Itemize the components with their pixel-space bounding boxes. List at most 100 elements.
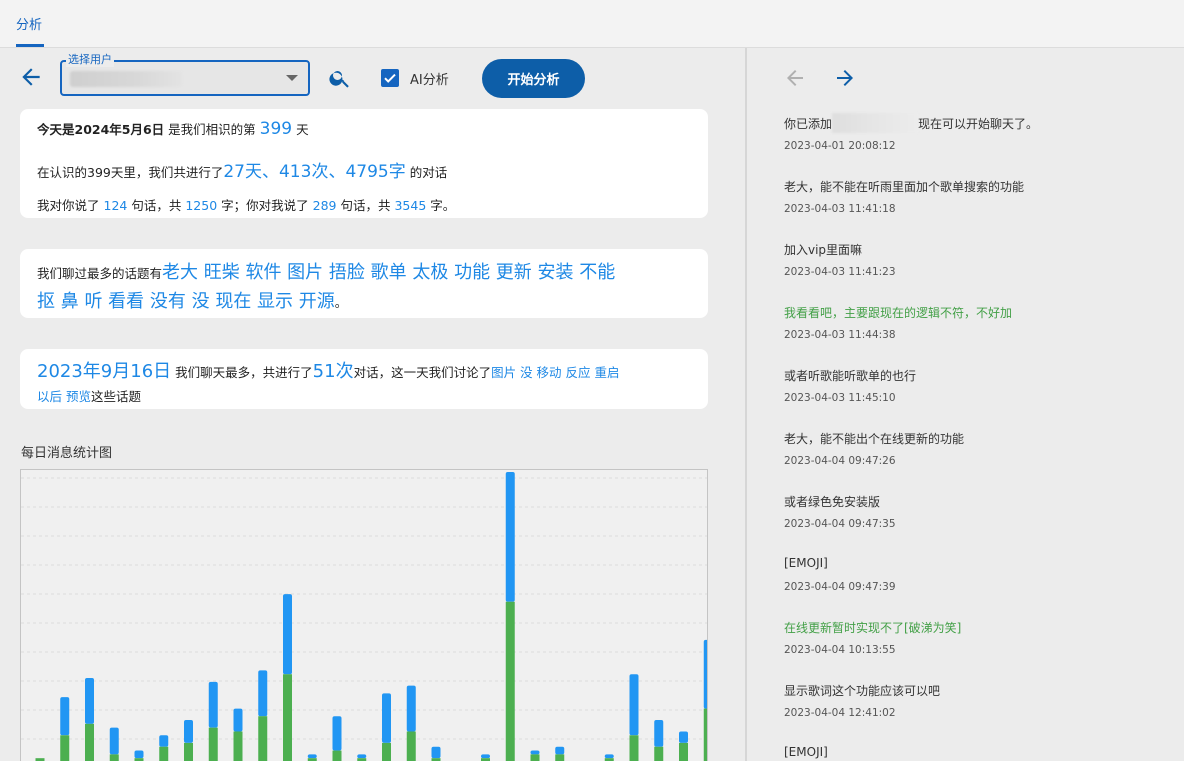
message-item: 我看看吧，主要跟现在的逻辑不符，不好加 2023-04-03 11:44:38: [784, 304, 1164, 341]
bar-theirs: [703, 708, 713, 761]
message-time: 2023-04-04 09:47:39: [784, 581, 896, 593]
message-item: 显示歌词这个功能应该可以吧 2023-04-04 12:41:02: [784, 682, 1164, 719]
text-segment: 句话，共: [340, 198, 391, 213]
bar-theirs: [184, 742, 193, 761]
message-text: 显示歌词这个功能应该可以吧: [784, 684, 941, 698]
message-item: 老大，能不能在听雨里面加个歌单搜索的功能 2023-04-03 11:41:18: [784, 178, 1164, 215]
message-text: 老大，能不能在听雨里面加个歌单搜索的功能: [784, 180, 1025, 194]
bar-mine: [654, 720, 664, 747]
bar-mine: [530, 750, 540, 755]
bar-theirs: [208, 727, 218, 761]
ai-analysis-label[interactable]: AI分析: [410, 69, 449, 88]
ai-analysis-checkbox[interactable]: [381, 69, 399, 87]
bar-theirs: [159, 746, 169, 761]
stats-values: 27天、413次、4795字: [223, 162, 406, 182]
your-sentences: 289: [312, 198, 337, 213]
user-select-label: 选择用户: [66, 53, 114, 67]
user-select-value-redacted: [70, 71, 182, 87]
message-panel: 你已添加 现在可以开始聊天了。 2023-04-01 20:08:12 老大，能不能在…: [747, 48, 1184, 761]
bar-mine: [233, 708, 243, 732]
my-chars: 1250: [185, 198, 218, 213]
busiest-topics-2: 以后 预览: [37, 389, 91, 404]
bar-mine: [85, 678, 94, 724]
bar-theirs: [60, 735, 70, 761]
my-sentences: 124: [103, 198, 128, 213]
stats-suffix: 的对话: [409, 165, 448, 180]
start-analysis-button[interactable]: 开始分析: [482, 59, 585, 98]
bar-mine: [555, 746, 565, 755]
search-icon[interactable]: [328, 66, 352, 90]
tab-bar: 分析: [0, 0, 1184, 48]
message-item: 老大，能不能出个在线更新的功能 2023-04-04 09:47:26: [784, 430, 1164, 467]
summary-line-1: 今天是2024年5月6日 是我们相识的第 399 天: [37, 119, 309, 139]
bar-theirs: [679, 742, 688, 761]
chart-svg: [21, 472, 713, 761]
analysis-panel: 选择用户 AI分析 开始分析 今天是2024年5月6日 是我们相识的第 399 …: [0, 48, 746, 761]
bar-theirs: [332, 750, 342, 761]
bar-theirs: [505, 601, 515, 761]
bar-mine: [357, 754, 367, 759]
bar-mine: [258, 670, 268, 717]
tab-analysis[interactable]: 分析: [16, 14, 42, 33]
chevron-down-icon[interactable]: [286, 75, 298, 81]
bar-mine: [406, 685, 416, 732]
message-time: 2023-04-01 20:08:12: [784, 140, 896, 152]
bar-theirs: [530, 754, 540, 761]
message-item: 或者绿色免安装版 2023-04-04 09:47:35: [784, 493, 1164, 530]
busiest-count: 51次: [312, 361, 354, 382]
message-item: [EMOJI] 2023-04-04 09:47:39: [784, 556, 1164, 593]
bar-theirs: [654, 746, 664, 761]
bar-mine: [208, 681, 218, 728]
your-chars: 3545: [394, 198, 427, 213]
bar-mine: [431, 746, 441, 759]
message-time: 2023-04-03 11:45:10: [784, 392, 896, 404]
bar-mine: [604, 754, 614, 759]
bar-mine: [109, 727, 119, 755]
message-text: 或者听歌能听歌单的也行: [784, 369, 917, 383]
text-segment: 对话，这一天我们讨论了: [353, 365, 492, 380]
bar-theirs: [85, 723, 94, 761]
tab-indicator: [16, 44, 44, 47]
busiest-date: 2023年9月16日: [37, 361, 172, 382]
text-segment: 我们聊天最多，共进行了: [175, 365, 313, 380]
bar-theirs: [109, 754, 119, 761]
bar-mine: [382, 693, 391, 743]
message-text-end: 现在可以开始聊天了。: [918, 117, 1039, 131]
busiest-day-card: 2023年9月16日 我们聊天最多，共进行了51次对话，这一天我们讨论了图片 没…: [20, 349, 708, 409]
message-text: [EMOJI]: [784, 745, 828, 759]
message-item: 在线更新暂时实现不了[破涕为笑] 2023-04-04 10:13:55: [784, 619, 1164, 656]
bar-theirs: [283, 674, 292, 761]
text-segment: 句话，共: [131, 198, 182, 213]
message-time: 2023-04-03 11:41:18: [784, 203, 896, 215]
bar-mine: [283, 594, 292, 675]
message-time: 2023-04-04 09:47:26: [784, 455, 896, 467]
days-suffix: 天: [296, 122, 309, 137]
chart-title: 每日消息统计图: [21, 446, 113, 461]
message-text: 在线更新暂时实现不了[破涕为笑]: [784, 621, 962, 635]
message-time: 2023-04-04 09:47:35: [784, 518, 896, 530]
back-arrow-icon[interactable]: [18, 64, 44, 90]
bar-mine: [307, 754, 317, 759]
summary-line-2: 在认识的399天里，我们共进行了27天、413次、4795字 的对话: [37, 157, 447, 182]
message-time: 2023-04-04 10:13:55: [784, 644, 896, 656]
topics-suffix: 。: [334, 295, 348, 310]
busiest-line-1: 2023年9月16日 我们聊天最多，共进行了51次对话，这一天我们讨论了图片 没…: [37, 357, 620, 383]
text-segment: 我对你说了: [37, 198, 100, 213]
user-select[interactable]: 选择用户: [60, 53, 310, 96]
arrow-left-icon[interactable]: [783, 66, 807, 90]
busiest-line-2: 以后 预览这些话题: [37, 386, 141, 405]
message-item: 你已添加 现在可以开始聊天了。 2023-04-01 20:08:12: [784, 112, 1164, 152]
message-text: 或者绿色免安装版: [784, 495, 881, 509]
arrow-right-icon[interactable]: [833, 66, 857, 90]
bar-theirs: [406, 731, 416, 761]
bar-mine: [703, 639, 713, 709]
message-time: 2023-04-03 11:41:23: [784, 266, 896, 278]
bar-mine: [629, 674, 639, 736]
stats-prefix: 在认识的399天里，我们共进行了: [37, 165, 224, 180]
topics-prefix: 我们聊过最多的话题有: [37, 266, 163, 281]
message-item: 加入vip里面嘛 2023-04-03 11:41:23: [784, 241, 1164, 278]
bar-mine: [332, 716, 342, 751]
days-count: 399: [259, 119, 293, 139]
text-segment: 这些话题: [90, 389, 141, 404]
topics-card: 我们聊过最多的话题有老大 旺柴 软件 图片 捂脸 歌单 太极 功能 更新 安装 …: [20, 249, 708, 318]
